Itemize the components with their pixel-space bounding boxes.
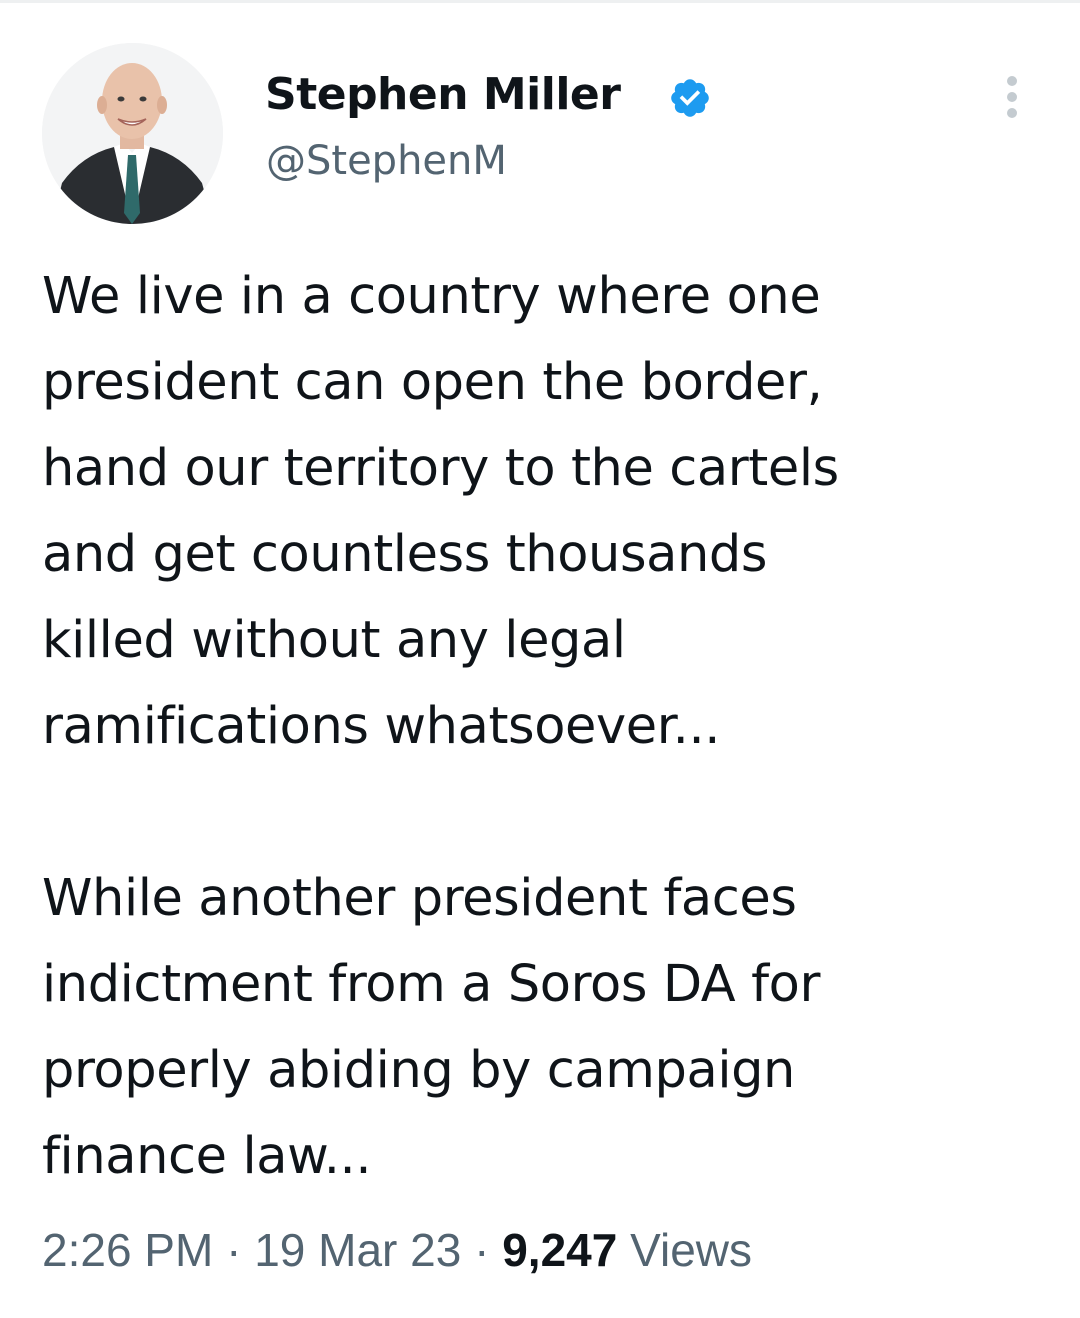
tweet-line: hand our territory to the cartels — [42, 439, 839, 498]
tweet-date[interactable]: 19 Mar 23 — [254, 1224, 461, 1276]
verified-badge-icon — [671, 79, 709, 117]
tweet-time[interactable]: 2:26 PM — [42, 1224, 213, 1276]
views-count: 9,247 — [502, 1224, 618, 1276]
tweet-line: killed without any legal — [42, 611, 626, 670]
tweet-line: president can open the border, — [42, 353, 823, 412]
tweet-line: ramifications whatsoever... — [42, 697, 721, 756]
views-label: Views — [630, 1224, 752, 1276]
tweet-line: finance law... — [42, 1127, 372, 1186]
tweet-line: and get countless thousands — [42, 525, 768, 584]
tweet-meta: 2:26 PM · 19 Mar 23 · 9,247 Views — [42, 1220, 752, 1280]
avatar-photo-icon — [42, 43, 223, 224]
tweet-text: We live in a country where one president… — [42, 254, 1052, 1200]
meta-separator: · — [226, 1224, 242, 1276]
tweet-line: properly abiding by campaign — [42, 1041, 795, 1100]
tweet-line: We live in a country where one — [42, 267, 821, 326]
meta-separator: · — [474, 1224, 490, 1276]
author-display-name[interactable]: Stephen Miller — [265, 68, 621, 122]
more-vertical-icon[interactable] — [998, 72, 1026, 122]
top-divider — [0, 0, 1080, 3]
tweet-line: While another president faces — [42, 869, 797, 928]
author-handle[interactable]: @StephenM — [266, 136, 507, 186]
tweet-line: indictment from a Soros DA for — [42, 955, 821, 1014]
author-avatar[interactable] — [42, 43, 223, 224]
